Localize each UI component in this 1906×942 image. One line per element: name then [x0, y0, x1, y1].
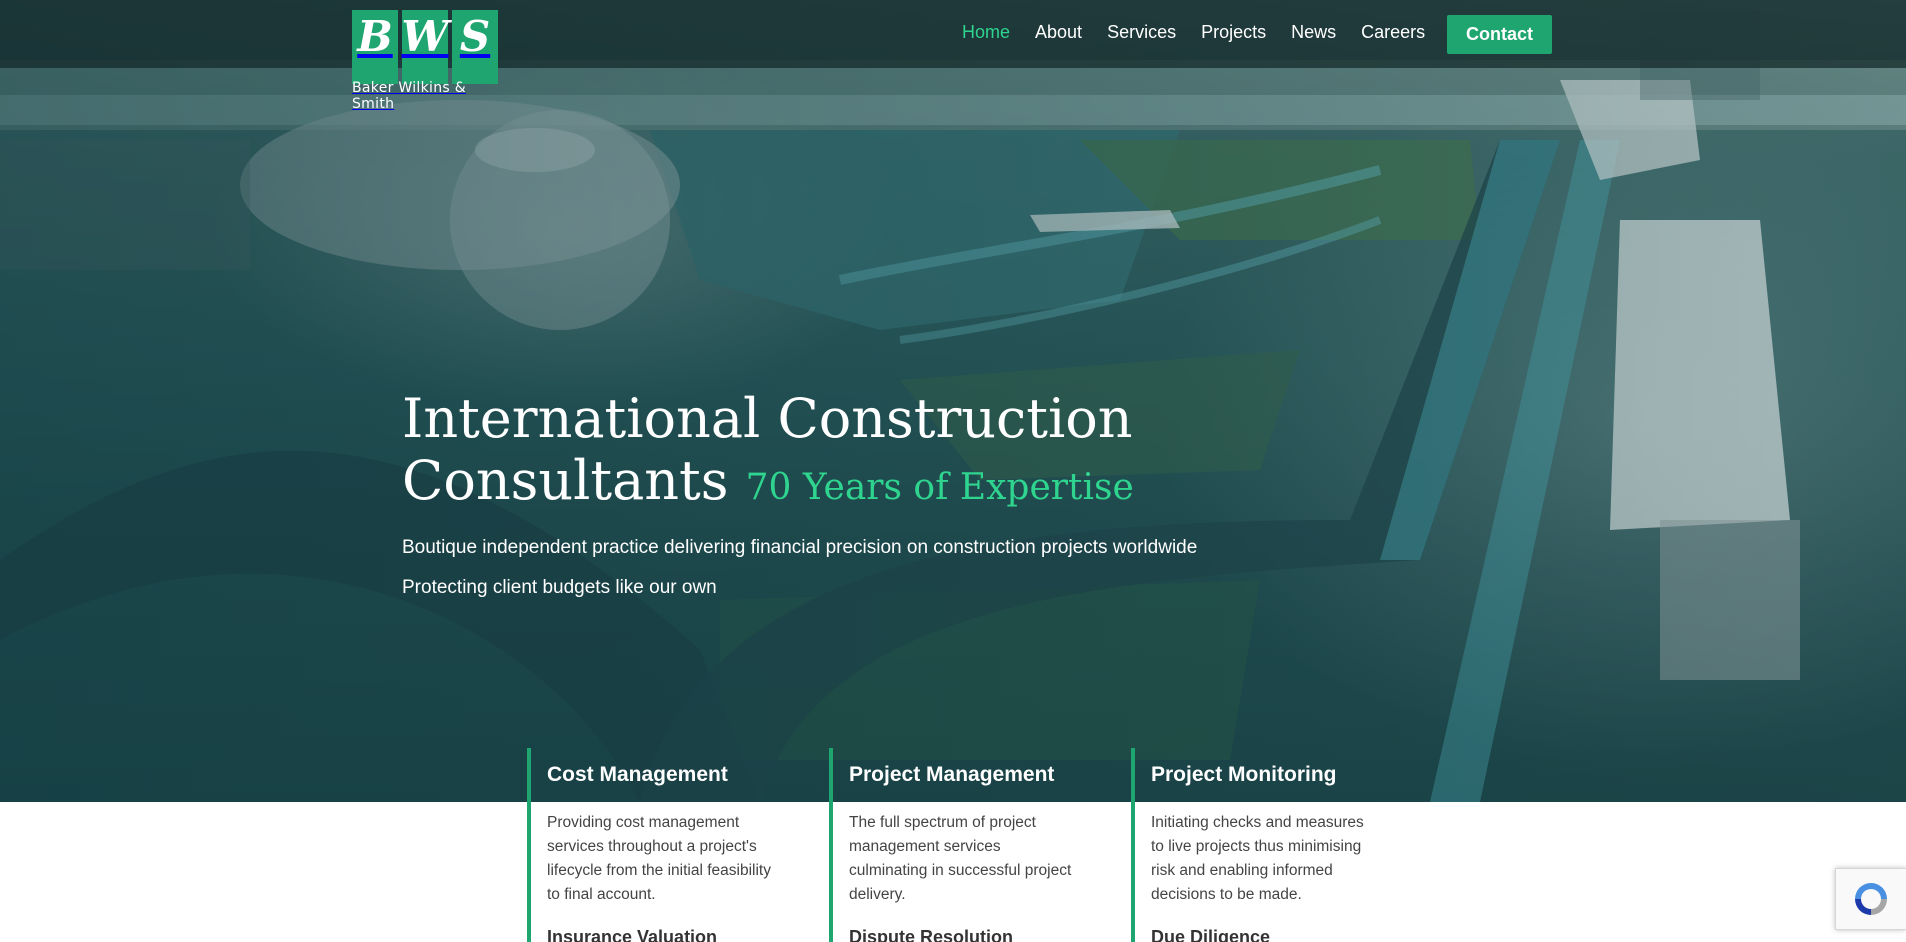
service-title: Project Management — [849, 763, 1055, 786]
headline-accent: 70 Years of Expertise — [745, 467, 1134, 508]
logo-tiles: B W S — [352, 10, 502, 84]
site-logo[interactable]: B W S Baker Wilkins & Smith — [352, 10, 502, 112]
services-section: Cost Management Providing cost managemen… — [527, 748, 1447, 942]
service-description: Initiating checks and measures to live p… — [1151, 814, 1364, 903]
service-card-cost-management[interactable]: Cost Management Providing cost managemen… — [527, 748, 787, 942]
service-next-heading: Due Diligence — [1151, 927, 1271, 942]
nav-about[interactable]: About — [1035, 22, 1082, 43]
contact-button[interactable]: Contact — [1447, 15, 1552, 54]
headline-line-1: International Construction — [402, 387, 1133, 450]
hero-text: International Construction Consultants 7… — [402, 388, 1302, 599]
nav-services[interactable]: Services — [1107, 22, 1176, 43]
service-title: Project Monitoring — [1151, 763, 1337, 786]
service-card-project-monitoring[interactable]: Project Monitoring Initiating checks and… — [1131, 748, 1391, 942]
headline-line-2: Consultants — [402, 449, 729, 512]
recaptcha-badge[interactable] — [1835, 868, 1906, 930]
service-next-heading: Insurance Valuation — [547, 927, 718, 942]
hero-subtitle-1: Boutique independent practice delivering… — [402, 537, 1198, 558]
hero-subtitle-2: Protecting client budgets like our own — [402, 577, 717, 598]
service-card-project-management[interactable]: Project Management The full spectrum of … — [829, 748, 1089, 942]
logo-letter-b: B — [352, 10, 398, 84]
nav-news[interactable]: News — [1291, 22, 1336, 43]
recaptcha-icon — [1855, 883, 1887, 915]
service-title: Cost Management — [547, 763, 728, 786]
nav-careers[interactable]: Careers — [1361, 22, 1425, 43]
logo-letter-w: W — [401, 10, 449, 84]
hero-headline: International Construction Consultants 7… — [402, 388, 1302, 519]
logo-letter-s: S — [452, 10, 498, 84]
main-nav: Home About Services Projects News Career… — [962, 22, 1450, 43]
service-description: The full spectrum of project management … — [849, 814, 1072, 903]
nav-projects[interactable]: Projects — [1201, 22, 1266, 43]
nav-home[interactable]: Home — [962, 22, 1010, 43]
top-navbar: B W S Baker Wilkins & Smith Home About S… — [0, 0, 1906, 112]
service-description: Providing cost management services throu… — [547, 814, 771, 903]
service-next-heading: Dispute Resolution — [849, 927, 1014, 942]
logo-company-name: Baker Wilkins & Smith — [352, 80, 466, 112]
